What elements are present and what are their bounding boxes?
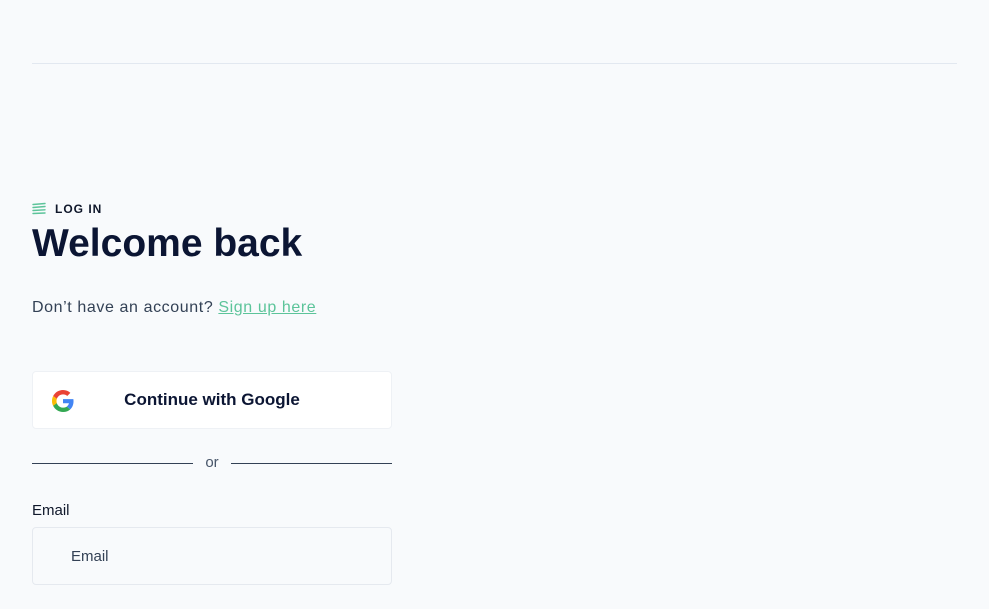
signup-link[interactable]: Sign up here	[218, 299, 316, 316]
divider-line-left	[32, 463, 193, 464]
continue-with-google-button[interactable]: Continue with Google	[32, 371, 392, 429]
divider-or-text: or	[205, 454, 219, 471]
email-input[interactable]	[32, 527, 392, 585]
page-title: Welcome back	[32, 222, 303, 265]
signup-prompt-text: Don’t have an account?	[32, 299, 214, 316]
login-eyebrow: LOG IN	[32, 201, 102, 217]
divider-line-right	[231, 463, 392, 464]
header-divider	[32, 63, 957, 64]
or-divider: or	[32, 452, 392, 474]
eyebrow-label: LOG IN	[55, 202, 103, 216]
stacked-lines-icon	[32, 202, 46, 215]
google-button-label: Continue with Google	[124, 390, 300, 409]
header-area	[0, 0, 989, 63]
email-label: Email	[32, 502, 70, 519]
signup-prompt-line: Don’t have an account? Sign up here	[32, 299, 316, 317]
